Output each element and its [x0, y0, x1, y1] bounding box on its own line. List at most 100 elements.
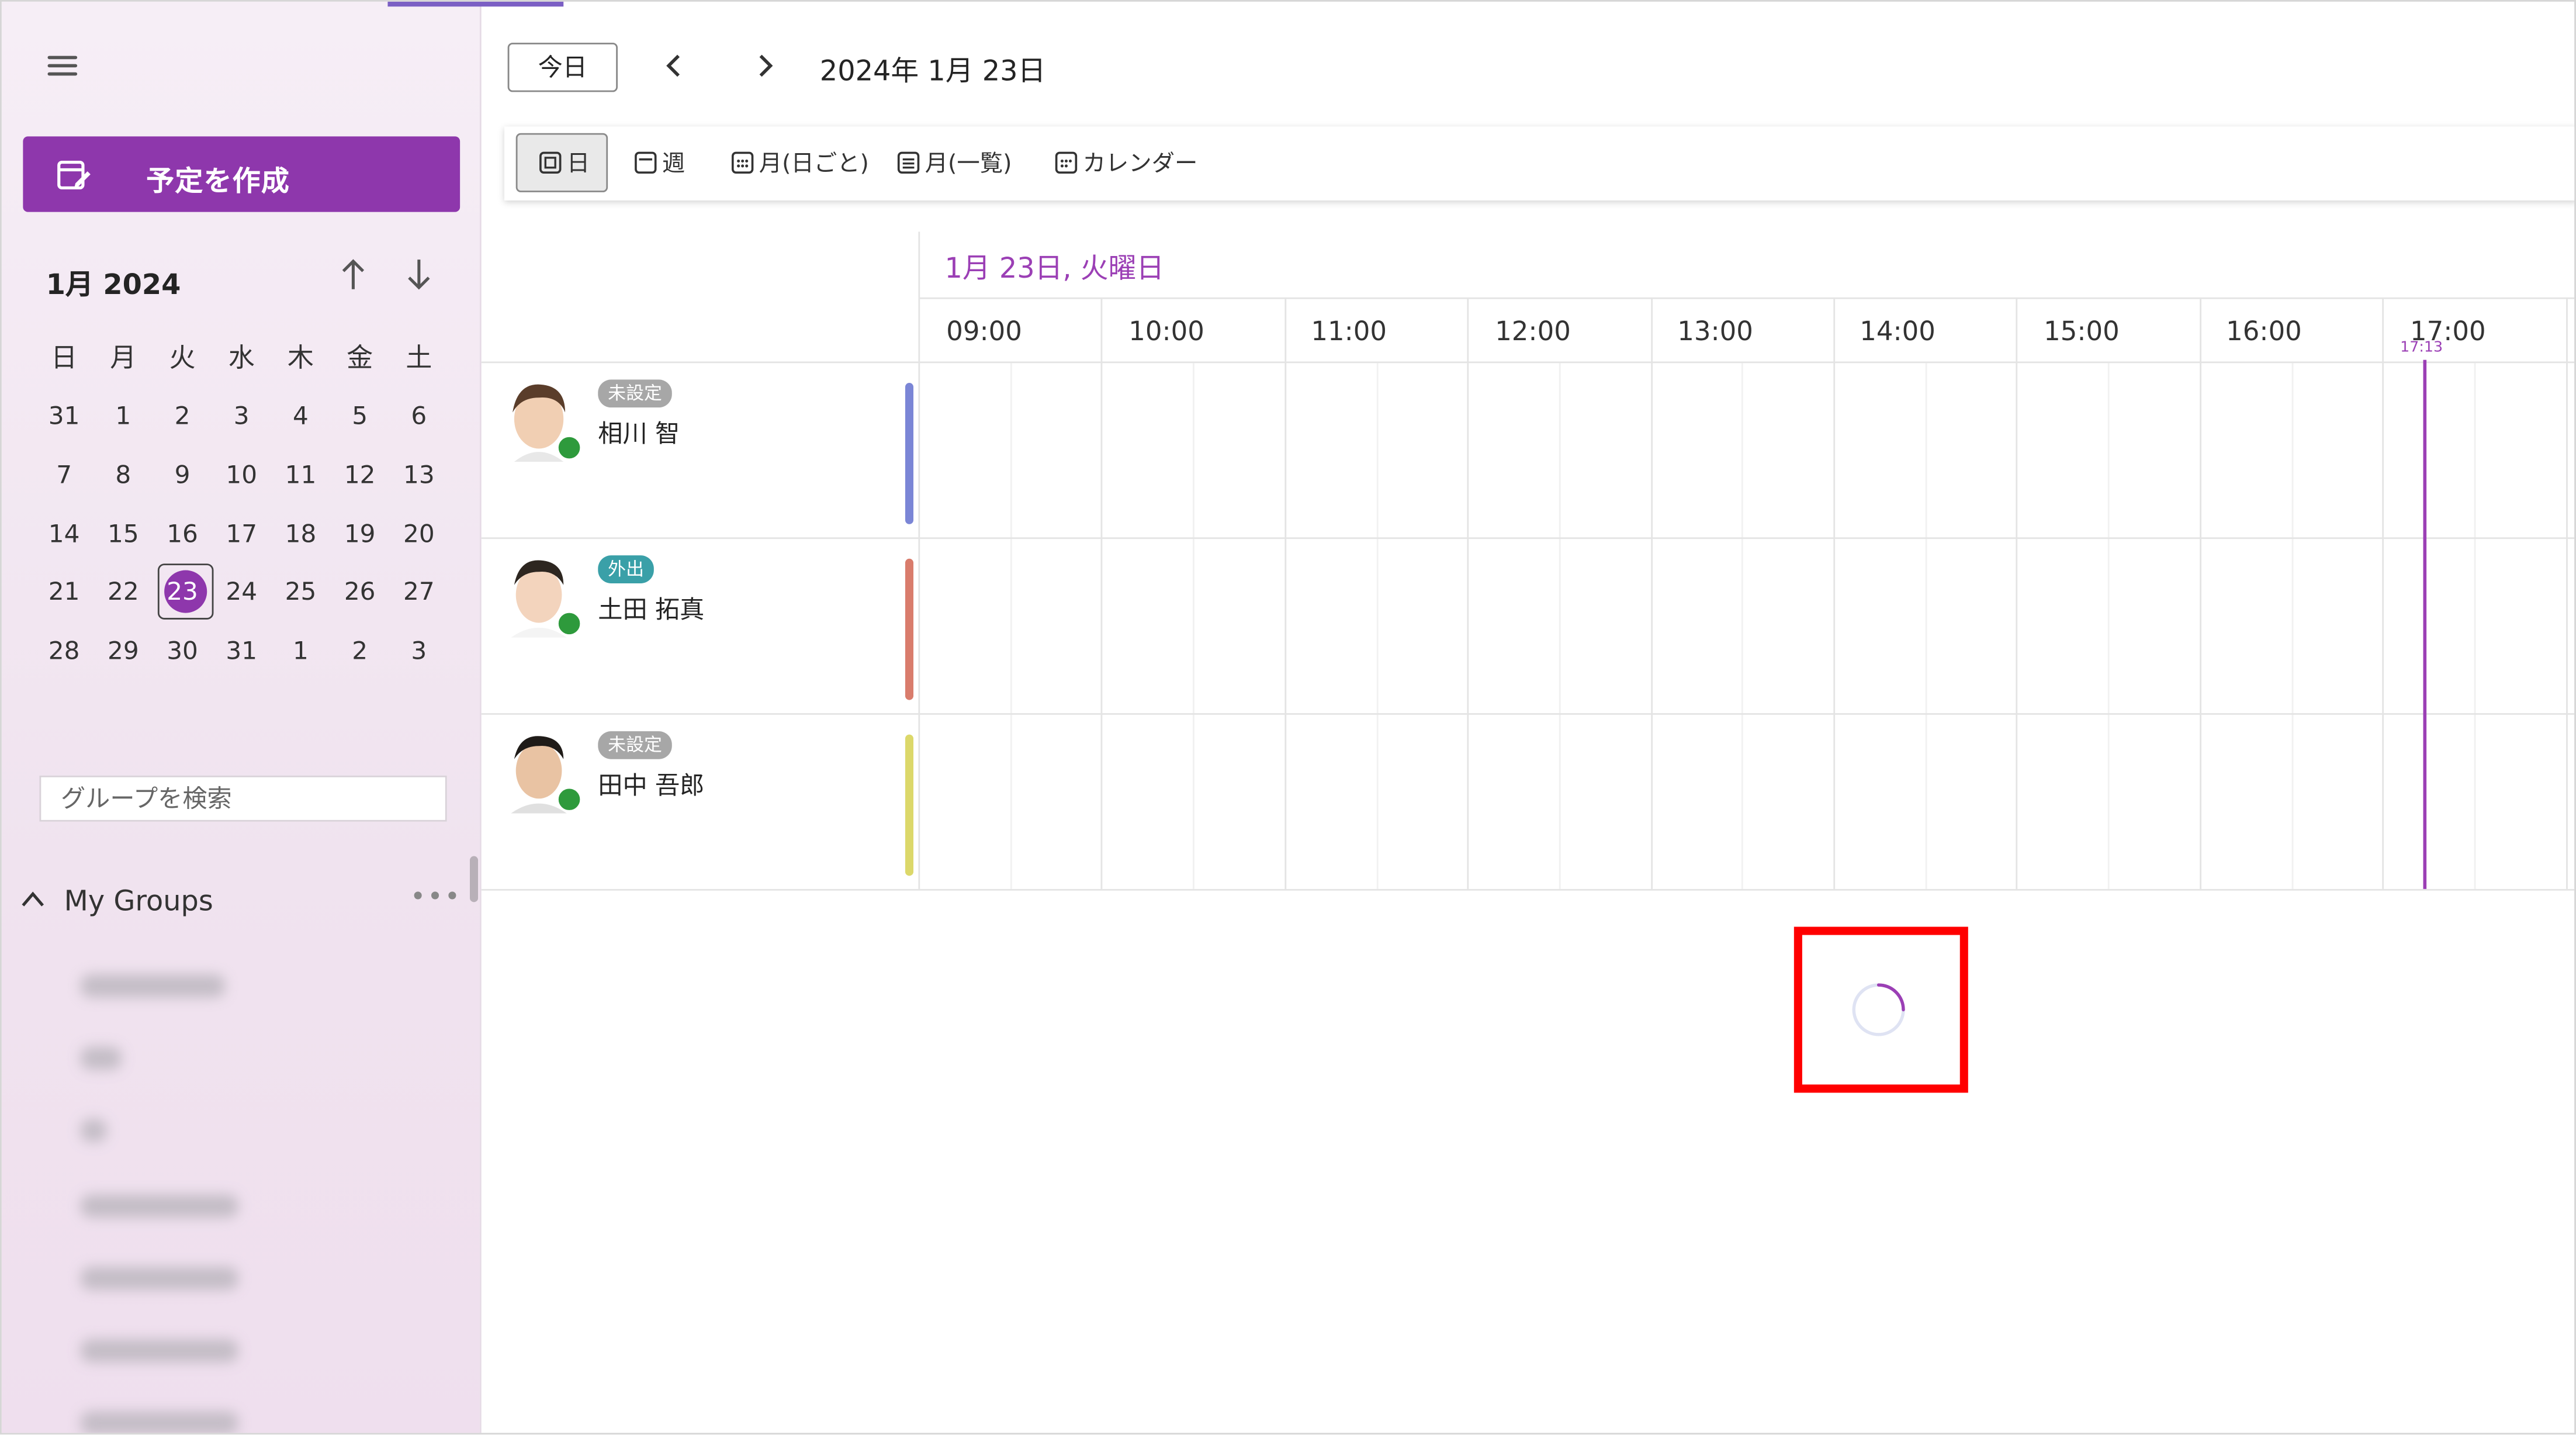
create-event-button[interactable]: 予定を作成: [23, 136, 461, 212]
group-item-blurred[interactable]: [80, 974, 226, 998]
day-cell[interactable]: 3: [212, 390, 271, 442]
day-cell[interactable]: 28: [34, 624, 94, 677]
view-tab-week[interactable]: 週: [634, 133, 685, 192]
sidebar-scrollbar[interactable]: [470, 856, 479, 903]
day-cell[interactable]: 13: [389, 448, 448, 501]
day-cell[interactable]: 26: [330, 566, 389, 618]
hour-label: 14:00: [1860, 315, 1936, 347]
hour-gridline: [2016, 297, 2018, 889]
group-item-blurred[interactable]: [80, 1119, 107, 1142]
header-divider: [918, 297, 2575, 299]
day-cell[interactable]: 5: [330, 390, 389, 442]
person-color-bar: [905, 734, 914, 876]
half-hour-gridline: [1741, 363, 1744, 889]
more-options-icon[interactable]: •••: [410, 881, 462, 912]
day-cell[interactable]: 21: [34, 566, 94, 618]
selected-day-cell[interactable]: 23: [153, 563, 214, 620]
group-item-blurred[interactable]: [80, 1046, 122, 1070]
mini-calendar-month: 1月 2024: [46, 269, 181, 303]
my-groups-header[interactable]: My Groups •••: [18, 881, 462, 926]
person-row[interactable]: 外出 土田 拓真: [482, 539, 919, 713]
day-cell[interactable]: 31: [212, 624, 271, 677]
sidebar: 予定を作成 1月 2024 日 月 火 水 木 金 土 31 1 2 3 4 5…: [1, 1, 482, 1433]
view-tab-label: カレンダー: [1082, 151, 1198, 178]
hour-label: 13:00: [1677, 315, 1753, 347]
create-event-label: 予定を作成: [146, 165, 290, 199]
day-cell[interactable]: 3: [389, 624, 448, 677]
hour-gridline: [2199, 297, 2201, 889]
hour-gridline: [918, 231, 920, 889]
available-status-icon: [556, 787, 582, 812]
next-day-chevron-icon[interactable]: [744, 46, 783, 85]
group-item-blurred[interactable]: [80, 1339, 238, 1363]
day-cell[interactable]: 7: [34, 448, 94, 501]
timeline-day-label: 1月 23日, 火曜日: [944, 253, 1165, 286]
person-row[interactable]: 未設定 田中 吾郎: [482, 715, 919, 889]
hour-gridline: [1833, 297, 1836, 889]
day-cell[interactable]: 2: [330, 624, 389, 677]
status-badge: 未設定: [598, 731, 672, 759]
day-cell[interactable]: 9: [153, 448, 212, 501]
day-cell[interactable]: 27: [389, 566, 448, 618]
day-cell[interactable]: 8: [94, 448, 153, 501]
next-month-arrow-icon[interactable]: [401, 258, 437, 297]
day-cell[interactable]: 20: [389, 507, 448, 559]
half-hour-gridline: [2291, 363, 2293, 889]
day-cell[interactable]: 19: [330, 507, 389, 559]
view-tab-label: 月(日ごと): [759, 151, 869, 178]
previous-day-chevron-icon[interactable]: [656, 46, 695, 85]
group-item-blurred[interactable]: [80, 1194, 238, 1218]
person-name: 土田 拓真: [598, 594, 705, 625]
half-hour-gridline: [1376, 363, 1378, 889]
day-cell[interactable]: 15: [94, 507, 153, 559]
group-item-blurred[interactable]: [80, 1267, 238, 1290]
day-cell[interactable]: 16: [153, 507, 212, 559]
person-name: 相川 智: [598, 419, 680, 449]
hour-label: 09:00: [946, 315, 1022, 347]
view-tab-day[interactable]: 日: [515, 133, 608, 192]
day-cell[interactable]: 17: [212, 507, 271, 559]
weekday-label: 金: [347, 341, 373, 373]
mini-calendar: 日 月 火 水 木 金 土 31 1 2 3 4 5 6 7 8 9 10 11…: [34, 329, 448, 679]
day-cell[interactable]: 4: [271, 390, 330, 442]
calendar-edit-icon: [57, 161, 91, 189]
hour-gridline: [2382, 297, 2384, 889]
day-cell[interactable]: 2: [153, 390, 212, 442]
day-view-icon: [539, 151, 562, 174]
view-tab-month-daily[interactable]: 月(日ごと): [731, 133, 869, 192]
day-cell[interactable]: 18: [271, 507, 330, 559]
day-cell[interactable]: 22: [94, 566, 153, 618]
hour-gridline: [2565, 297, 2567, 889]
hour-label: 11:00: [1311, 315, 1387, 347]
day-cell[interactable]: 29: [94, 624, 153, 677]
weekday-header-row: 日 月 火 水 木 金 土: [34, 329, 448, 387]
today-button[interactable]: 今日: [507, 43, 618, 92]
previous-month-arrow-icon[interactable]: [335, 258, 371, 297]
day-cell[interactable]: 10: [212, 448, 271, 501]
current-date-title: 2024年 1月 23日: [819, 56, 1046, 89]
view-tab-label: 日: [566, 151, 590, 178]
view-tab-month-list[interactable]: 月(一覧): [897, 133, 1012, 192]
day-cell[interactable]: 24: [212, 566, 271, 618]
day-cell[interactable]: 25: [271, 566, 330, 618]
half-hour-gridline: [2474, 363, 2476, 889]
group-search-input[interactable]: グループを検索: [39, 775, 447, 822]
hour-label: 15:00: [2044, 315, 2120, 347]
loading-progress-bar: [387, 1, 564, 7]
day-cell[interactable]: 1: [94, 390, 153, 442]
day-cell[interactable]: 11: [271, 448, 330, 501]
week-view-icon: [635, 151, 657, 174]
day-cell[interactable]: 30: [153, 624, 212, 677]
group-item-blurred[interactable]: [80, 1411, 238, 1433]
hamburger-menu-icon[interactable]: [47, 53, 81, 79]
day-cell[interactable]: 6: [389, 390, 448, 442]
available-status-icon: [556, 611, 582, 636]
hour-gridline: [1650, 297, 1652, 889]
day-cell[interactable]: 12: [330, 448, 389, 501]
view-tab-calendar[interactable]: カレンダー: [1055, 133, 1198, 192]
person-row[interactable]: 未設定 相川 智: [482, 363, 919, 537]
current-time-indicator: [2423, 359, 2426, 889]
day-cell[interactable]: 31: [34, 390, 94, 442]
day-cell[interactable]: 1: [271, 624, 330, 677]
day-cell[interactable]: 14: [34, 507, 94, 559]
